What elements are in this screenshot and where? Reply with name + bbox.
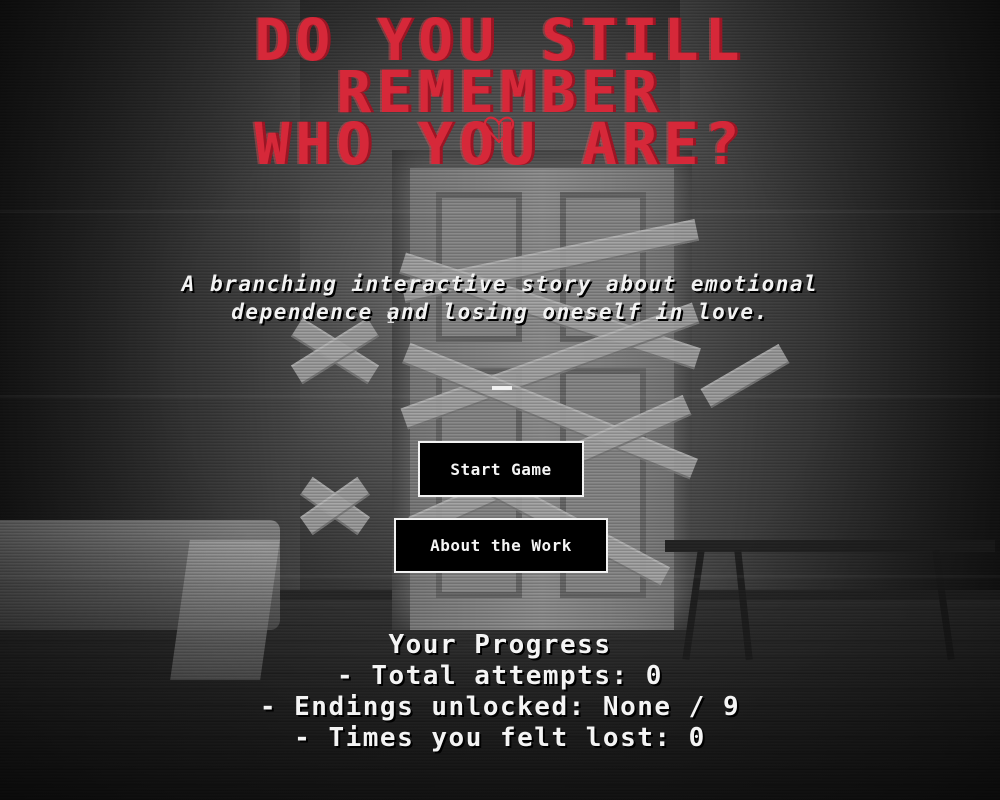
glitch-line xyxy=(0,210,1000,213)
bench xyxy=(665,540,995,552)
times-lost-stat: - Times you felt lost: 0 xyxy=(294,723,706,753)
game-description: A branching interactive story about emot… xyxy=(60,270,940,326)
glitch-line xyxy=(0,575,1000,578)
start-game-button[interactable]: Start Game xyxy=(418,441,584,497)
endings-unlocked-stat: - Endings unlocked: None / 9 xyxy=(259,692,741,722)
description-line-2: dependence and losing oneself in love. xyxy=(231,300,769,324)
game-title: DO YOU STILL REMEMBER WHO YOU ARE? xyxy=(0,11,1000,173)
divider-dash xyxy=(492,386,512,390)
text-cursor-icon: I xyxy=(386,308,396,327)
about-work-button[interactable]: About the Work xyxy=(394,518,608,573)
progress-heading: Your Progress xyxy=(388,630,612,660)
description-line-1: A branching interactive story about emot… xyxy=(181,272,819,296)
heart-icon xyxy=(484,116,514,144)
glitch-line xyxy=(0,395,1000,398)
progress-panel: Your Progress - Total attempts: 0 - Endi… xyxy=(0,630,1000,754)
total-attempts-stat: - Total attempts: 0 xyxy=(337,661,663,691)
